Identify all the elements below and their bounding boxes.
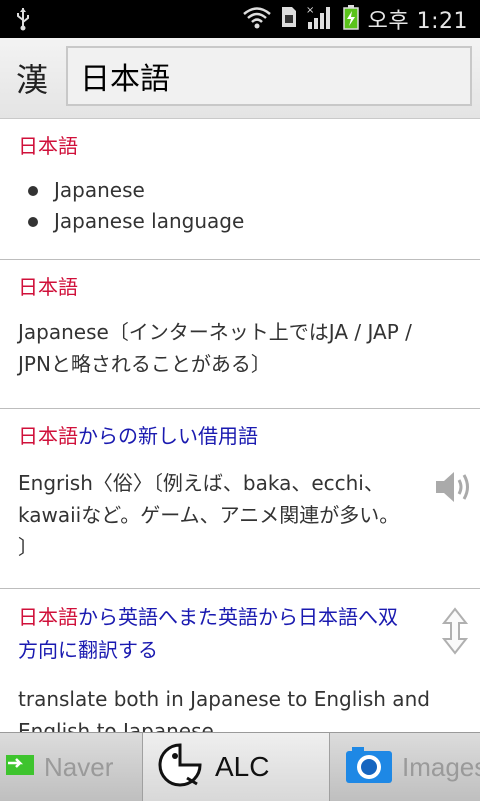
headword: 日本語	[18, 424, 78, 448]
definition-line: kawaiiなど。ゲーム、アニメ関連が多い。	[18, 503, 400, 527]
definition-line: JPNと略されることがある〕	[18, 352, 271, 376]
headword: 日本語	[18, 275, 78, 299]
meaning-item: Japanese language	[28, 206, 462, 237]
meaning-list: Japanese Japanese language	[18, 175, 462, 237]
svg-text:×: ×	[306, 5, 314, 16]
result-entry[interactable]: 日本語 Japanese Japanese language	[0, 119, 480, 260]
meaning-item: Japanese	[28, 175, 462, 206]
definition-text: translate both in Japanese to English an…	[18, 683, 462, 732]
clock: 오후 1:21	[367, 9, 468, 34]
definition-line: 〕	[18, 535, 38, 559]
phrase-rest: から英語へまた英語から日本語へ双	[78, 605, 398, 629]
tab-label: Images	[402, 751, 480, 782]
definition-line: Engrish〈俗〉〔例えば、baka、ecchi、	[18, 471, 384, 495]
definition-text: Japanese〔インターネット上ではJA / JAP / JPNと略されること…	[18, 316, 462, 380]
definition-line: Japanese〔インターネット上ではJA / JAP /	[18, 320, 412, 344]
headword: 日本語	[18, 605, 78, 629]
result-entry[interactable]: 日本語 Japanese〔インターネット上ではJA / JAP / JPNと略さ…	[0, 260, 480, 409]
definition-line: English to Japanese	[18, 719, 214, 732]
results-list: 日本語 Japanese Japanese language 日本語 Japan…	[0, 119, 480, 732]
tab-bar: Naver ALC Images	[0, 732, 480, 801]
phrase-rest: からの新しい借用語	[78, 424, 258, 448]
tab-images[interactable]: Images	[330, 733, 480, 801]
kanji-mode-button[interactable]: 漢	[6, 46, 58, 110]
entry-title: 日本語から英語へまた英語から日本語へ双 方向に翻訳する	[18, 589, 462, 667]
tab-naver[interactable]: Naver	[0, 733, 140, 801]
phrase-line: 方向に翻訳する	[18, 638, 158, 662]
definition-text: Engrish〈俗〉〔例えば、baka、ecchi、 kawaiiなど。ゲーム、…	[18, 467, 462, 563]
search-input[interactable]: 日本語	[66, 46, 472, 106]
usb-icon	[16, 7, 30, 35]
tab-alc[interactable]: ALC	[142, 733, 330, 801]
camera-icon	[344, 745, 394, 790]
entry-title: 日本語からの新しい借用語	[18, 409, 462, 451]
tab-label: ALC	[215, 751, 270, 782]
definition-line: translate both in Japanese to English an…	[18, 687, 430, 711]
result-entry[interactable]: 日本語からの新しい借用語 Engrish〈俗〉〔例えば、baka、ecchi、 …	[0, 409, 480, 589]
wifi-icon	[242, 5, 272, 33]
up-down-arrows-icon[interactable]	[441, 607, 469, 659]
alc-logo-icon	[157, 742, 203, 793]
battery-charging-icon	[342, 4, 360, 34]
tab-label: Naver	[44, 751, 114, 782]
search-bar: 漢 日本語	[0, 38, 480, 119]
status-bar: × 오후 1:21	[0, 0, 480, 38]
sim-icon	[280, 5, 298, 33]
result-entry[interactable]: 日本語から英語へまた英語から日本語へ双 方向に翻訳する translate bo…	[0, 589, 480, 732]
naver-logo-icon	[6, 753, 34, 782]
headword: 日本語	[18, 134, 78, 158]
speaker-icon[interactable]	[434, 469, 474, 509]
signal-icon: ×	[306, 4, 334, 34]
